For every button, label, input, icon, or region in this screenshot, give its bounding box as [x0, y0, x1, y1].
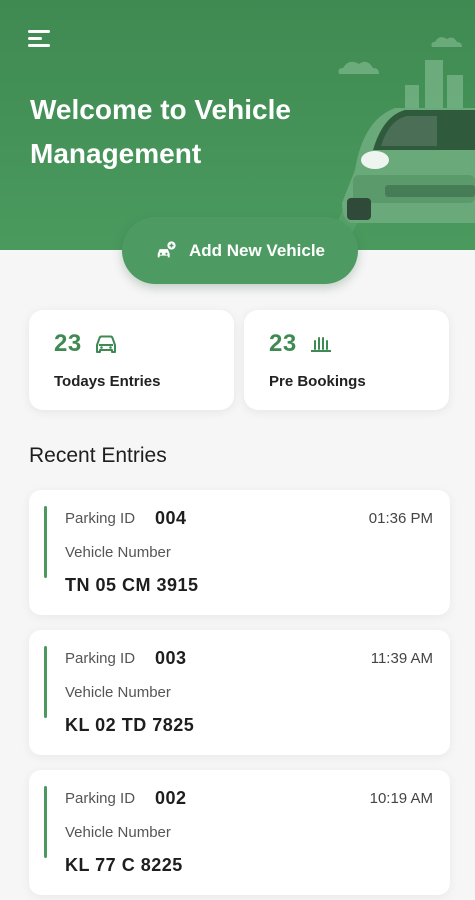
todays-entries-count: 23 — [54, 330, 82, 357]
pre-bookings-label: Pre Bookings — [269, 373, 366, 390]
add-vehicle-icon — [157, 240, 176, 257]
bookings-icon — [310, 337, 331, 352]
entry-time: 11:39 AM — [370, 650, 433, 667]
parking-id-label: Parking ID — [65, 510, 136, 527]
header-banner: Welcome to Vehicle Management — [0, 0, 475, 250]
parking-id-label: Parking ID — [65, 650, 136, 667]
pre-bookings-card[interactable]: 23 Pre Bookings — [244, 310, 449, 410]
entry-accent-bar — [44, 786, 47, 858]
recent-entries-title: Recent Entries — [29, 444, 167, 467]
add-new-vehicle-button[interactable]: Add New Vehicle — [122, 217, 358, 284]
entry-time: 01:36 PM — [368, 510, 433, 527]
todays-entries-label: Todays Entries — [54, 373, 161, 390]
parking-id-value: 004 — [155, 508, 187, 528]
entry-card[interactable]: Parking ID 003 11:39 AM Vehicle Number K… — [29, 630, 450, 755]
add-new-vehicle-label: Add New Vehicle — [188, 240, 326, 260]
todays-entries-card[interactable]: 23 Todays Entries — [29, 310, 234, 410]
vehicle-number-value: KL 02 TD 7825 — [65, 715, 195, 735]
title-line-2: Management — [30, 138, 202, 169]
vehicle-number-value: TN 05 CM 3915 — [65, 575, 199, 595]
menu-icon[interactable] — [28, 28, 52, 48]
vehicle-number-label: Vehicle Number — [65, 684, 171, 701]
entry-card[interactable]: Parking ID 002 10:19 AM Vehicle Number K… — [29, 770, 450, 895]
pre-bookings-count: 23 — [269, 330, 297, 357]
car-icon — [95, 335, 116, 353]
entry-time: 10:19 AM — [369, 790, 433, 807]
car-city-illustration — [325, 37, 475, 250]
entry-card[interactable]: Parking ID 004 01:36 PM Vehicle Number T… — [29, 490, 450, 615]
parking-id-value: 003 — [155, 648, 187, 668]
title-line-1: Welcome to Vehicle — [30, 94, 291, 125]
entry-accent-bar — [44, 506, 47, 578]
vehicle-number-label: Vehicle Number — [65, 824, 171, 841]
vehicle-number-label: Vehicle Number — [65, 544, 171, 561]
entry-accent-bar — [44, 646, 47, 718]
parking-id-value: 002 — [155, 788, 187, 808]
page-title: Welcome to Vehicle Management — [30, 88, 330, 176]
vehicle-number-value: KL 77 C 8225 — [65, 855, 183, 875]
parking-id-label: Parking ID — [65, 790, 136, 807]
